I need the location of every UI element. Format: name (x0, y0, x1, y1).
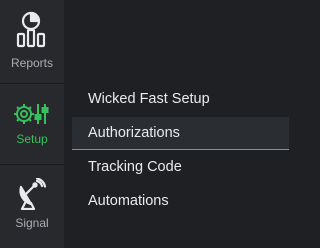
reports-chart-icon (16, 11, 46, 48)
setup-gear-sliders-icon (14, 104, 49, 124)
setup-submenu: Wicked Fast Setup Authorizations Trackin… (72, 83, 289, 219)
submenu-item-tracking-code[interactable]: Tracking Code (72, 151, 289, 184)
rail-item-setup[interactable]: Setup (0, 102, 64, 146)
rail-item-reports-label: Reports (10, 56, 54, 70)
rail-divider (0, 83, 64, 84)
rail-item-signal-label: Signal (15, 216, 49, 230)
rail-divider (0, 164, 64, 165)
sidebar-rail: Reports Setup Signal (0, 0, 64, 248)
rail-item-setup-label: Setup (16, 132, 48, 146)
satellite-dish-icon (19, 178, 47, 210)
rail-item-signal[interactable]: Signal (0, 178, 64, 230)
rail-item-reports[interactable]: Reports (0, 10, 64, 70)
submenu-item-wicked-fast-setup[interactable]: Wicked Fast Setup (72, 83, 289, 116)
submenu-item-authorizations[interactable]: Authorizations (72, 117, 289, 150)
submenu-item-automations[interactable]: Automations (72, 185, 289, 218)
